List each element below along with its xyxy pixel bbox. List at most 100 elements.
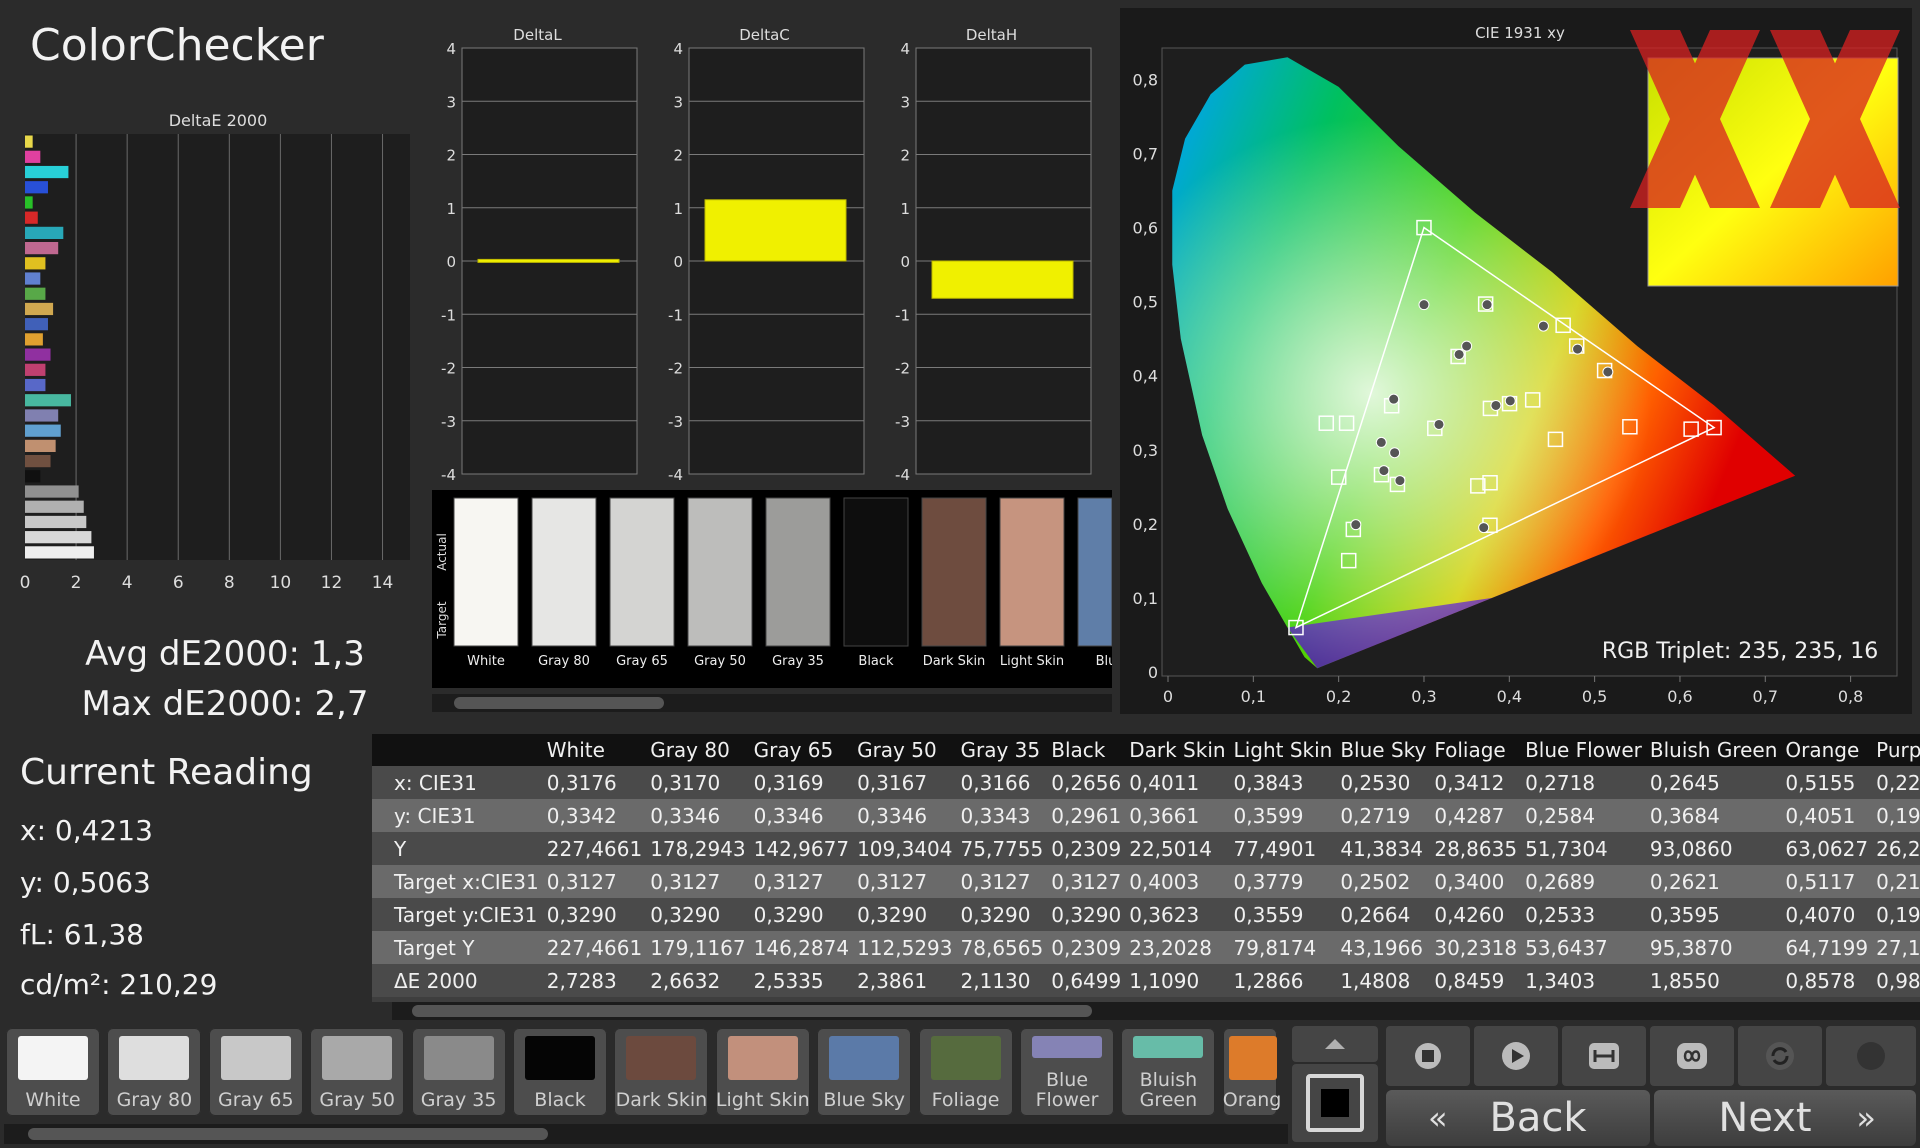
table-cell: 0,2309 (1047, 931, 1126, 964)
swatch-actual (765, 497, 831, 647)
patch-button[interactable]: White (6, 1028, 100, 1116)
table-cell: 0,3599 (1229, 799, 1337, 832)
stop-button[interactable] (1386, 1026, 1470, 1086)
table-cell: 0,3127 (1047, 865, 1126, 898)
next-button[interactable]: Next » (1654, 1090, 1916, 1146)
swatch-label: Light Skin (1000, 654, 1064, 669)
patch-button[interactable]: Gray 35 (411, 1028, 506, 1116)
table-cell: 142,9677 (749, 832, 854, 865)
delta-tick-label: -2 (441, 360, 456, 378)
data-table: White Gray 80 Gray 65 Gray 50 Gray 35 Black Da… (372, 734, 1920, 997)
deltae-bar (25, 150, 41, 163)
patch-button[interactable]: Black (513, 1028, 607, 1116)
table-cell: 0,4287 (1430, 799, 1522, 832)
double-chevron-right-icon: » (1856, 1099, 1876, 1137)
delta-tick-label: -4 (441, 466, 456, 484)
table-cell: 227,4661 (542, 931, 647, 964)
refresh-button[interactable] (1738, 1026, 1822, 1086)
delta-tick-label: -3 (895, 413, 910, 431)
table-cell: 51,7304 (1521, 832, 1646, 865)
cie-measured-point (1388, 393, 1400, 405)
delta-tick-label: -2 (895, 360, 910, 378)
patch-scrollbar-thumb[interactable] (28, 1128, 548, 1140)
table-cell: 109,3404 (853, 832, 957, 865)
deltae-bar (25, 470, 41, 483)
patch-button[interactable]: Gray 65 (208, 1028, 303, 1116)
patch-swatch (829, 1036, 900, 1080)
circle-button[interactable] (1826, 1026, 1916, 1086)
table-cell: 63,0627 (1781, 832, 1873, 865)
cie-measured-point (1572, 343, 1584, 355)
loop-button[interactable] (1650, 1026, 1734, 1086)
table-scrollbar-thumb[interactable] (412, 1005, 1092, 1017)
table-column-header: Bluish Green (1649, 738, 1778, 762)
cie-measured-point (1418, 299, 1430, 311)
swatch-label: White (467, 654, 505, 669)
delta-tick-label: -1 (895, 306, 910, 324)
table-cell: 0,2584 (1521, 799, 1646, 832)
deltae-plot-area (25, 134, 410, 560)
table-cell: 75,7755 (956, 832, 1048, 865)
cie-measured-point (1378, 465, 1390, 477)
rgb-triplet: RGB Triplet: 235, 235, 16 (1602, 639, 1878, 664)
table-cell: 0,3342 (542, 799, 647, 832)
table-cell: 0,2201 (1872, 766, 1920, 799)
refresh-icon (1766, 1042, 1794, 1070)
table-cell: 0,9856 (1872, 964, 1920, 997)
play-button[interactable] (1474, 1026, 1558, 1086)
table-cell: 0,2689 (1521, 865, 1646, 898)
table-cell: 2,5335 (749, 964, 854, 997)
swatch-label: Black (858, 654, 894, 669)
swatch-actual (921, 497, 987, 647)
patch-button[interactable]: Blue Sky (817, 1028, 912, 1116)
table-row-label: ΔE 2000 (372, 964, 543, 997)
swatch-scrollbar-thumb[interactable] (454, 697, 664, 709)
delta-chart-deltah: DeltaH 4 3 2 1 0 -1 -2 -3 -4 (895, 26, 1092, 484)
table-column-header: Foliage (1434, 738, 1506, 762)
patch-button[interactable]: Blue Flower (1020, 1028, 1114, 1116)
delta-tick-label: 1 (446, 200, 456, 218)
swatch-scrollbar[interactable] (432, 694, 1112, 712)
deltae-tick-label: 8 (224, 573, 235, 593)
table-cell: 0,3661 (1125, 799, 1230, 832)
delta-chart-deltal: DeltaL 4 3 2 1 0 -1 -2 -3 -4 (441, 26, 638, 484)
table-cell: 30,2318 (1430, 931, 1522, 964)
deltae-chart-title: DeltaE 2000 (169, 111, 268, 130)
cie-measured-point (1602, 366, 1614, 378)
table-cell: 0,3346 (646, 799, 750, 832)
cie-x-tick-label: 0,7 (1753, 687, 1778, 706)
table-cell: 1,4808 (1336, 964, 1431, 997)
cie-x-tick-label: 0,1 (1241, 687, 1266, 706)
table-cell: 0,3290 (749, 898, 854, 931)
table-scrollbar[interactable] (392, 1002, 1920, 1020)
patch-scrollbar[interactable] (4, 1124, 1288, 1144)
table-cell: 0,3290 (646, 898, 750, 931)
table-cell: 0,3559 (1229, 898, 1337, 931)
patch-button[interactable]: Gray 80 (107, 1028, 202, 1116)
table-corner (372, 734, 543, 766)
patch-button[interactable]: Foliage (918, 1028, 1013, 1116)
patch-swatch (1133, 1036, 1204, 1058)
patch-button[interactable]: Gray 50 (310, 1028, 405, 1116)
table-cell: 0,6499 (1047, 964, 1126, 997)
delta-tick-label: 4 (673, 40, 683, 58)
deltae-bar (25, 165, 69, 179)
double-chevron-left-icon: « (1428, 1099, 1448, 1137)
patch-label: Blue Sky (823, 1089, 906, 1111)
patch-button[interactable]: Dark Skin (614, 1028, 709, 1116)
patch-button[interactable]: Bluish Green (1121, 1028, 1216, 1116)
table-cell: 2,7283 (542, 964, 647, 997)
deltae-bar (25, 226, 64, 239)
scroll-up-button[interactable] (1292, 1026, 1378, 1062)
patch-button[interactable]: Light Skin (715, 1028, 810, 1116)
patch-button[interactable]: Orang (1222, 1028, 1281, 1116)
swatch-actual (531, 497, 597, 647)
table-cell: 0,3127 (956, 865, 1048, 898)
stop-record-button[interactable] (1292, 1064, 1378, 1142)
back-button[interactable]: « Back (1386, 1090, 1650, 1146)
table-cell: 64,7199 (1781, 931, 1873, 964)
table-cell: 0,3290 (956, 898, 1048, 931)
fit-button[interactable] (1562, 1026, 1646, 1086)
deltae-bar (25, 272, 41, 285)
cie-chart-svg: CIE 1931 xy 0 0,1 0,2 0,3 0,4 0,5 0,6 0,7 0,8 0 0,… (1133, 24, 1900, 706)
